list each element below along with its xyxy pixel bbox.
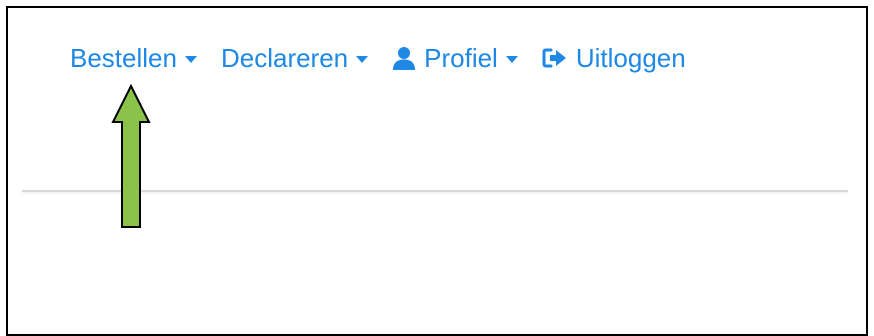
caret-down-icon [184,56,197,63]
nav-bestellen[interactable]: Bestellen [70,43,197,74]
nav-declareren[interactable]: Declareren [220,42,369,74]
nav-profiel-label: Profiel [424,42,498,73]
caret-down-icon [505,56,518,63]
nav-declareren-label: Declareren [220,42,349,73]
nav-uitloggen-label: Uitloggen [575,42,686,73]
nav-uitloggen[interactable]: Uitloggen [542,43,686,74]
top-navbar: Bestellen Declareren Profiel Uitloggen [70,36,686,80]
up-arrow-pointer-icon [110,83,152,235]
user-icon [392,46,416,70]
nav-profiel[interactable]: Profiel [392,43,518,74]
nav-bestellen-label: Bestellen [70,42,177,73]
sign-out-icon [542,47,568,69]
caret-down-icon [356,56,369,63]
